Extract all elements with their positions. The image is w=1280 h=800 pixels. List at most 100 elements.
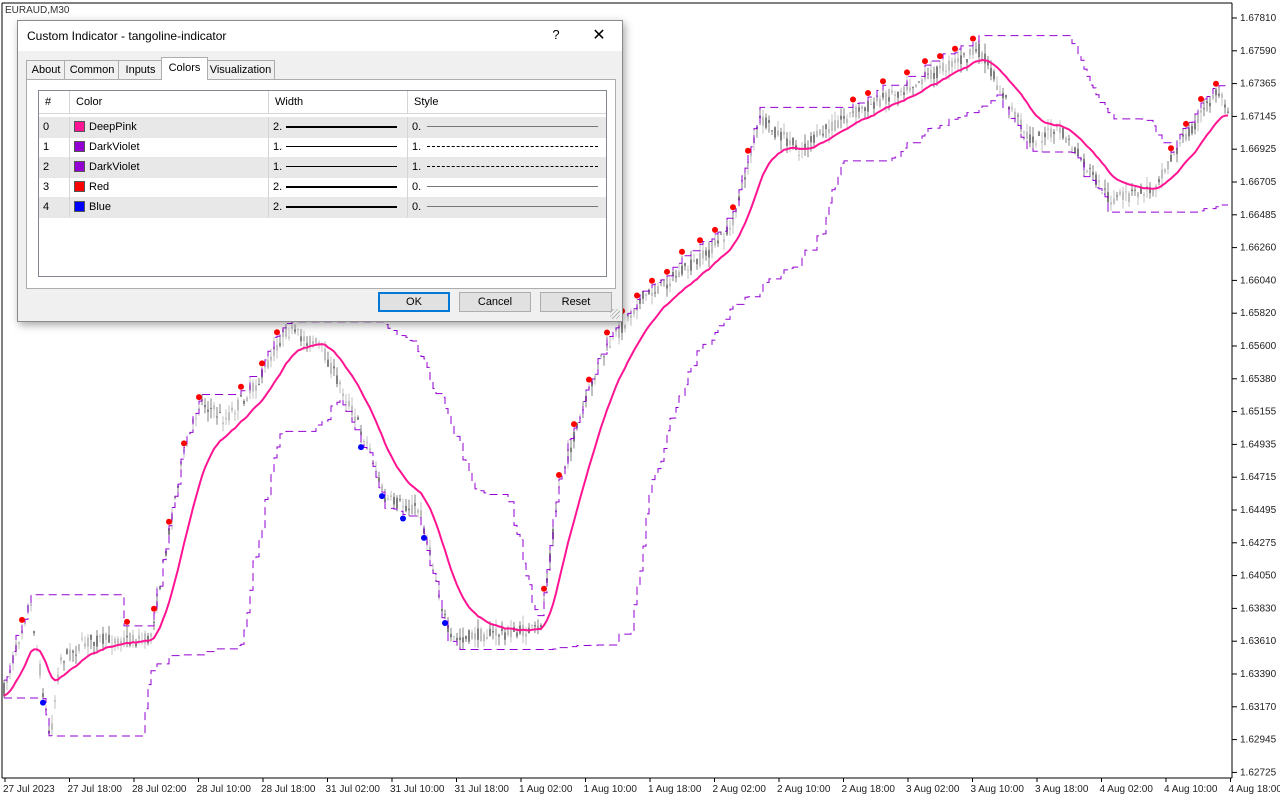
candle-body xyxy=(534,625,536,627)
candle-body xyxy=(732,212,734,226)
candle-body xyxy=(1185,133,1187,141)
table-row[interactable]: 4 Blue 2. 0. xyxy=(39,197,606,218)
candle-body xyxy=(54,700,56,702)
up-signal-dot xyxy=(679,248,685,255)
table-row[interactable]: 1 DarkViolet 1. 1. xyxy=(39,137,606,158)
style-cell[interactable]: 1. xyxy=(408,157,606,177)
candle-body xyxy=(603,355,605,357)
candle-body xyxy=(78,644,80,651)
price-label: 1.65380 xyxy=(1240,374,1277,385)
up-signal-dot xyxy=(196,394,202,401)
table-row[interactable]: 3 Red 2. 0. xyxy=(39,177,606,198)
color-cell[interactable]: DarkViolet xyxy=(70,157,269,177)
candle-body xyxy=(126,635,128,638)
candle-body xyxy=(1023,131,1025,133)
price-label: 1.66485 xyxy=(1240,210,1277,221)
resize-grip[interactable] xyxy=(610,309,620,319)
price-label: 1.67365 xyxy=(1240,79,1277,90)
up-signal-dot xyxy=(712,226,718,233)
candle-body xyxy=(123,637,125,644)
time-label: 4 Aug 10:00 xyxy=(1164,784,1218,795)
candle-body xyxy=(87,637,89,647)
close-icon[interactable]: ✕ xyxy=(590,25,608,45)
header-style[interactable]: Style xyxy=(408,91,606,113)
time-label: 3 Aug 10:00 xyxy=(971,784,1025,795)
color-cell[interactable]: Blue xyxy=(70,197,269,217)
dialog-titlebar[interactable]: Custom Indicator - tangoline-indicator ?… xyxy=(18,21,622,51)
candle-body xyxy=(1158,179,1160,183)
up-signal-dot xyxy=(850,96,856,103)
candle-body xyxy=(510,630,512,638)
color-cell[interactable]: DarkViolet xyxy=(70,137,269,157)
table-row[interactable]: 2 DarkViolet 1. 1. xyxy=(39,157,606,178)
candle-body xyxy=(1200,110,1202,113)
color-cell[interactable]: DeepPink xyxy=(70,117,269,137)
candle-body xyxy=(348,400,350,407)
style-cell[interactable]: 0. xyxy=(408,117,606,137)
candle-body xyxy=(459,637,461,641)
ok-button[interactable]: OK xyxy=(378,292,450,312)
candle-body xyxy=(858,107,860,112)
price-label: 1.63170 xyxy=(1240,702,1277,713)
width-cell[interactable]: 1. xyxy=(269,157,408,177)
candle-body xyxy=(336,375,338,385)
candle-body xyxy=(1113,198,1115,204)
price-label: 1.65155 xyxy=(1240,407,1277,418)
candle-body xyxy=(930,70,932,79)
style-cell[interactable]: 0. xyxy=(408,177,606,197)
reset-button[interactable]: Reset xyxy=(540,292,612,312)
candle-body xyxy=(363,441,365,443)
candle-body xyxy=(270,356,272,361)
width-preview xyxy=(286,186,397,188)
candle-body xyxy=(942,62,944,72)
cancel-button[interactable]: Cancel xyxy=(459,292,531,312)
tab-visualization[interactable]: Visualization xyxy=(206,60,275,79)
candle-body xyxy=(750,153,752,157)
candle-body xyxy=(483,634,485,642)
table-row[interactable]: 0 DeepPink 2. 0. xyxy=(39,117,606,138)
candle-body xyxy=(333,366,335,369)
candle-body xyxy=(315,337,317,344)
candle-body xyxy=(1110,202,1112,205)
up-signal-dot xyxy=(181,440,187,447)
candle-body xyxy=(216,416,218,418)
symbol-label: EURAUD,M30 xyxy=(5,5,70,16)
candle-body xyxy=(195,417,197,419)
color-cell[interactable]: Red xyxy=(70,177,269,197)
header-width[interactable]: Width xyxy=(269,91,408,113)
candle-body xyxy=(1164,169,1166,173)
candle-body xyxy=(222,422,224,425)
tab-colors[interactable]: Colors xyxy=(161,57,208,80)
tab-inputs[interactable]: Inputs xyxy=(118,60,163,79)
candle-body xyxy=(720,233,722,235)
up-signal-dot xyxy=(274,329,280,336)
candle-body xyxy=(1197,114,1199,123)
candle-body xyxy=(699,253,701,266)
tab-about[interactable]: About xyxy=(26,60,66,79)
style-cell[interactable]: 1. xyxy=(408,137,606,157)
width-cell[interactable]: 2. xyxy=(269,197,408,217)
price-label: 1.65820 xyxy=(1240,308,1277,319)
row-num: 3 xyxy=(39,177,70,197)
candle-body xyxy=(294,329,296,332)
width-cell[interactable]: 2. xyxy=(269,177,408,197)
tab-common[interactable]: Common xyxy=(64,60,120,79)
candle-body xyxy=(825,124,827,130)
candle-body xyxy=(1077,148,1079,157)
width-cell[interactable]: 1. xyxy=(269,137,408,157)
header-color[interactable]: Color xyxy=(70,91,269,113)
candle-body xyxy=(207,409,209,412)
help-icon[interactable]: ? xyxy=(548,27,564,42)
candle-body xyxy=(237,399,239,411)
candle-body xyxy=(852,111,854,113)
header-num[interactable]: # xyxy=(39,91,70,113)
up-signal-dot xyxy=(556,471,562,478)
candle-body xyxy=(324,348,326,361)
width-cell[interactable]: 2. xyxy=(269,117,408,137)
candle-body xyxy=(762,116,764,126)
row-num: 4 xyxy=(39,197,70,217)
candle-body xyxy=(219,411,221,413)
time-label: 2 Aug 18:00 xyxy=(842,784,896,795)
candle-body xyxy=(279,343,281,346)
style-cell[interactable]: 0. xyxy=(408,197,606,217)
